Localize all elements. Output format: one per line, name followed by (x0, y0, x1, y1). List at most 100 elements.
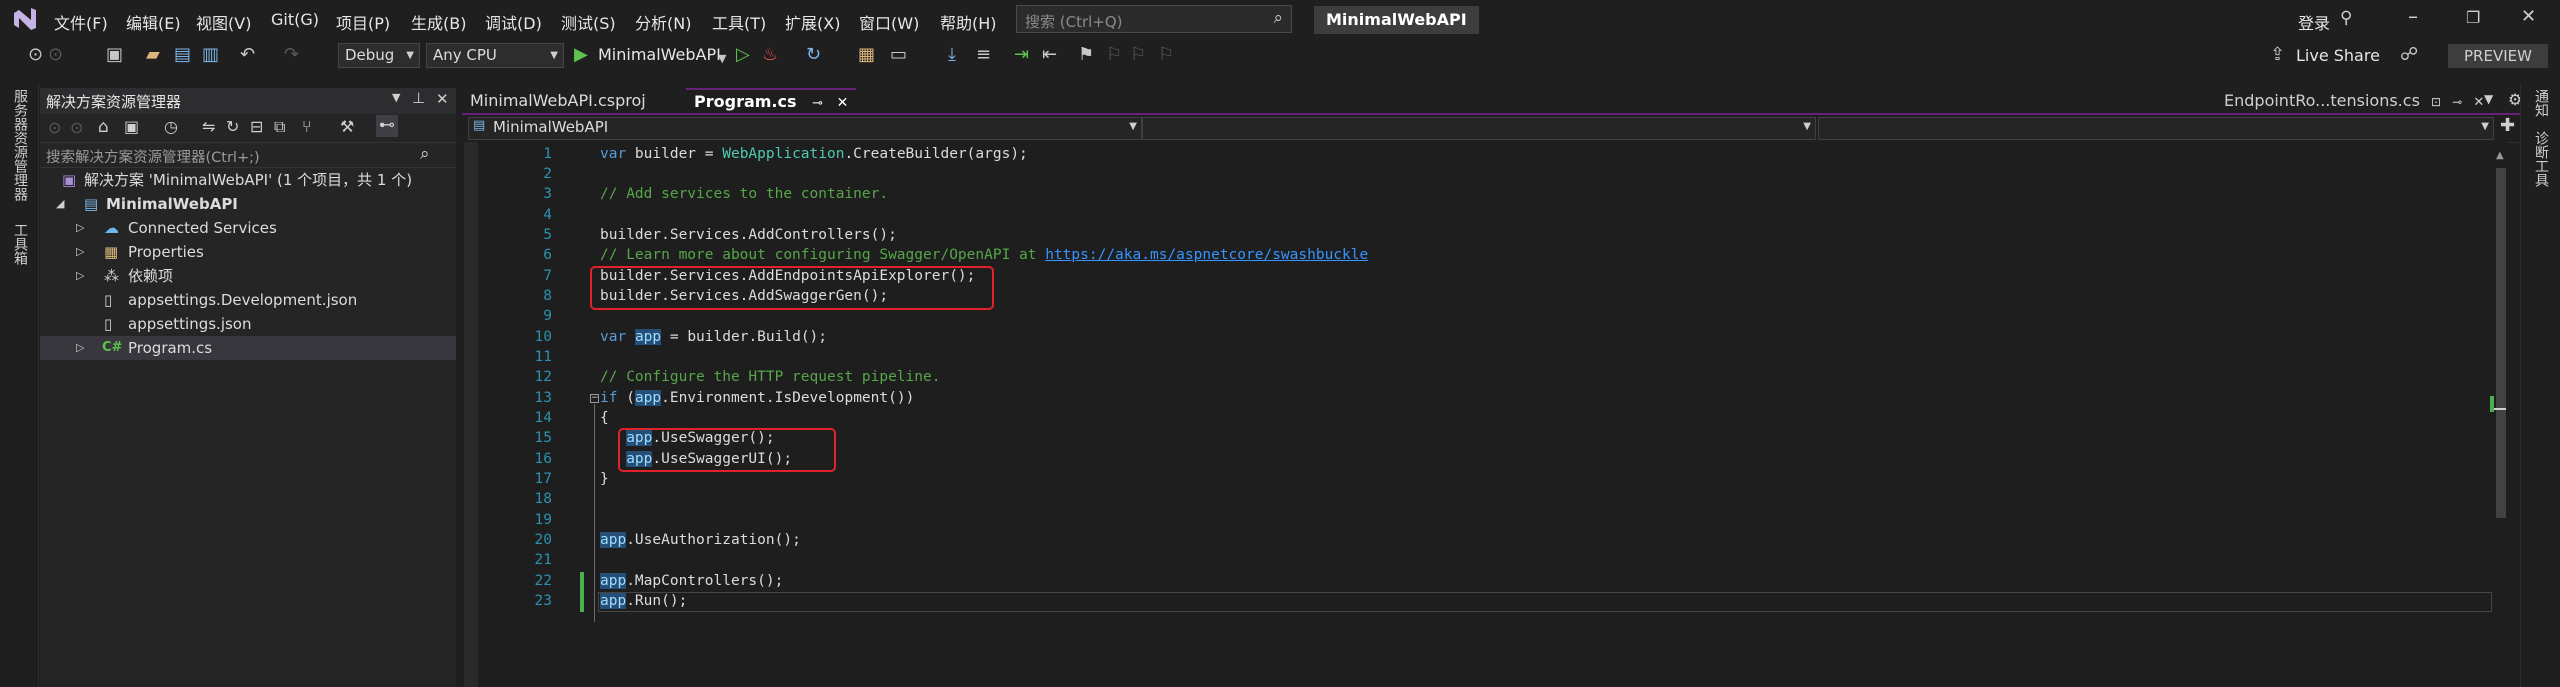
tree-item-properties[interactable]: ▷ ▦ Properties (40, 240, 456, 264)
restore-icon[interactable]: ❐ (2466, 8, 2480, 27)
menu-git[interactable]: Git(G) (271, 10, 319, 29)
panel-menu-icon[interactable]: ▼ (392, 91, 400, 104)
close-tab-icon[interactable]: ✕ (2473, 95, 2484, 110)
collapsed-arrow-icon[interactable]: ▷ (76, 216, 84, 240)
close-panel-icon[interactable]: ✕ (436, 90, 449, 108)
tab-csproj[interactable]: MinimalWebAPI.csproj (462, 88, 654, 114)
swagger-doc-link[interactable]: https://aka.ms/aspnetcore/swashbuckle (1045, 247, 1368, 263)
navigate-back-icon[interactable]: ⊙ (28, 45, 43, 65)
close-window-icon[interactable]: ✕ (2521, 6, 2536, 27)
collapsed-arrow-icon[interactable]: ▷ (76, 264, 84, 288)
scrollbar-thumb[interactable] (2496, 168, 2506, 518)
start-without-debugging-icon[interactable]: ▷ (736, 45, 750, 65)
pending-changes-icon[interactable]: ◷ (164, 117, 178, 136)
open-folder-icon[interactable]: ▰ (146, 45, 160, 65)
project-dropdown[interactable]: ▤ MinimalWebAPI ▼ (468, 117, 1142, 140)
preview-selected-icon[interactable]: ⊷ (376, 115, 398, 137)
search-icon[interactable]: ⌕ (420, 144, 430, 164)
run-target-button[interactable]: MinimalWebAPI (598, 45, 721, 64)
split-editor-icon[interactable]: ✚ (2500, 115, 2515, 136)
collapse-all-icon[interactable]: ⊟ (250, 117, 263, 136)
wrench-icon[interactable]: ⚒ (340, 117, 354, 136)
collapsed-arrow-icon[interactable]: ▷ (76, 240, 84, 264)
live-share-button[interactable]: Live Share (2296, 46, 2380, 65)
clear-bookmarks-icon[interactable]: ⚐ (1158, 45, 1174, 65)
collapse-region-icon[interactable]: − (590, 394, 599, 403)
close-tab-icon[interactable]: ✕ (837, 95, 849, 111)
global-search-input[interactable]: 搜索 (Ctrl+Q) ⌕ (1016, 5, 1292, 33)
back-icon[interactable]: ⊙ (48, 118, 61, 137)
editor-vertical-scrollbar[interactable]: ▲ (2490, 150, 2508, 687)
browse-icon[interactable]: ▦ (858, 45, 875, 65)
next-bookmark-icon[interactable]: ⚐ (1130, 45, 1146, 65)
tree-item-appsettings[interactable]: ▯ appsettings.json (40, 312, 456, 336)
menu-edit[interactable]: 编辑(E) (126, 10, 181, 34)
show-all-files-icon[interactable]: ⧉ (274, 117, 285, 137)
menu-test[interactable]: 测试(S) (561, 10, 616, 34)
server-explorer-tab[interactable]: 服务器资源管理器 (10, 89, 30, 201)
tab-overflow-icon[interactable]: ▼ (2484, 92, 2493, 106)
account-icon[interactable]: ⚲ (2340, 8, 2352, 28)
expanded-arrow-icon[interactable]: ◢ (56, 192, 64, 216)
live-share-icon[interactable]: ⇪ (2270, 45, 2285, 65)
indent-icon[interactable]: ⇥ (1014, 45, 1029, 65)
save-icon[interactable]: ▤ (174, 45, 191, 65)
toolbox-tab[interactable]: 工具箱 (10, 223, 30, 265)
home-icon[interactable]: ⌂ (98, 117, 109, 137)
menu-file[interactable]: 文件(F) (54, 10, 108, 34)
prev-bookmark-icon[interactable]: ⚐ (1106, 45, 1122, 65)
member-dropdown[interactable]: ▼ (1818, 117, 2494, 140)
tree-item-dependencies[interactable]: ▷ ⁂ 依赖项 (40, 264, 456, 288)
configuration-dropdown[interactable]: Debug ▼ (338, 43, 420, 68)
scroll-up-icon[interactable]: ▲ (2496, 150, 2504, 161)
menu-tools[interactable]: 工具(T) (712, 10, 766, 34)
forward-icon[interactable]: ⊙ (70, 118, 83, 137)
refresh-icon[interactable]: ↻ (806, 45, 821, 65)
tree-item-program[interactable]: ▷ C# Program.cs (40, 336, 456, 360)
tree-item-project[interactable]: ◢ ▤ MinimalWebAPI (40, 192, 456, 216)
feedback-icon[interactable]: ☍ (2400, 45, 2418, 65)
chevron-down-icon[interactable]: ▼ (718, 49, 726, 69)
notifications-tab[interactable]: 通知 (2531, 89, 2551, 117)
tab-endpoint-extensions[interactable]: EndpointRo...tensions.cs ⊡ ⊸ ✕ (2216, 88, 2492, 114)
pin-icon[interactable]: ⊥ (412, 89, 425, 107)
menu-view[interactable]: 视图(V) (196, 10, 251, 34)
step-into-icon[interactable]: ⤓ (948, 45, 956, 65)
menu-extensions[interactable]: 扩展(X) (785, 10, 840, 34)
type-dropdown[interactable]: ▼ (1142, 117, 1816, 140)
tree-item-solution[interactable]: ▣ 解决方案 'MinimalWebAPI' (1 个项目，共 1 个) (40, 168, 456, 192)
bookmark-icon[interactable]: ⚑ (1078, 45, 1094, 65)
menu-build[interactable]: 生成(B) (411, 10, 466, 34)
collapsed-arrow-icon[interactable]: ▷ (76, 336, 84, 360)
pin-icon[interactable]: ⊸ (812, 96, 823, 111)
sign-in-link[interactable]: 登录 (2298, 10, 2330, 34)
diagnostic-tools-tab[interactable]: 诊断工具 (2531, 131, 2551, 187)
tree-item-appsettings-development[interactable]: ▯ appsettings.Development.json (40, 288, 456, 312)
pin-icon[interactable]: ⊸ (2452, 95, 2462, 109)
start-debugging-icon[interactable]: ▶ (574, 45, 588, 65)
solution-search-input[interactable]: 搜索解决方案资源管理器(Ctrl+;) ⌕ (40, 142, 456, 168)
tree-item-connected-services[interactable]: ▷ ☁ Connected Services (40, 216, 456, 240)
save-all-icon[interactable]: ▥ (202, 45, 219, 65)
switch-views-icon[interactable]: ▣ (124, 117, 139, 136)
tab-program[interactable]: Program.cs ⊸ ✕ (686, 88, 857, 114)
new-project-icon[interactable]: ▣ (106, 45, 123, 65)
redo-icon[interactable]: ↷ (284, 45, 299, 65)
menu-project[interactable]: 项目(P) (336, 10, 390, 34)
minimize-icon[interactable]: – (2408, 4, 2418, 28)
menu-window[interactable]: 窗口(W) (859, 10, 919, 34)
code-editor[interactable]: 1 2 3 4 5 6 7 8 9 10 11 12 13 14 15 16 1… (464, 142, 2506, 687)
outdent-icon[interactable]: ⇤ (1042, 45, 1057, 65)
menu-help[interactable]: 帮助(H) (940, 10, 997, 34)
filter-icon[interactable]: ⑂ (302, 117, 312, 136)
comment-icon[interactable]: ≡ (976, 45, 991, 65)
sync-icon[interactable]: ⇋ (202, 117, 215, 136)
hot-reload-icon[interactable]: ♨ (762, 45, 778, 65)
layout-icon[interactable]: ▭ (890, 45, 907, 65)
menu-debug[interactable]: 调试(D) (485, 10, 542, 34)
platform-dropdown[interactable]: Any CPU ▼ (426, 43, 564, 68)
menu-analyze[interactable]: 分析(N) (635, 10, 691, 34)
undo-icon[interactable]: ↶ (240, 45, 255, 65)
refresh-icon[interactable]: ↻ (226, 117, 239, 136)
navigate-forward-icon[interactable]: ⊙ (48, 45, 63, 65)
